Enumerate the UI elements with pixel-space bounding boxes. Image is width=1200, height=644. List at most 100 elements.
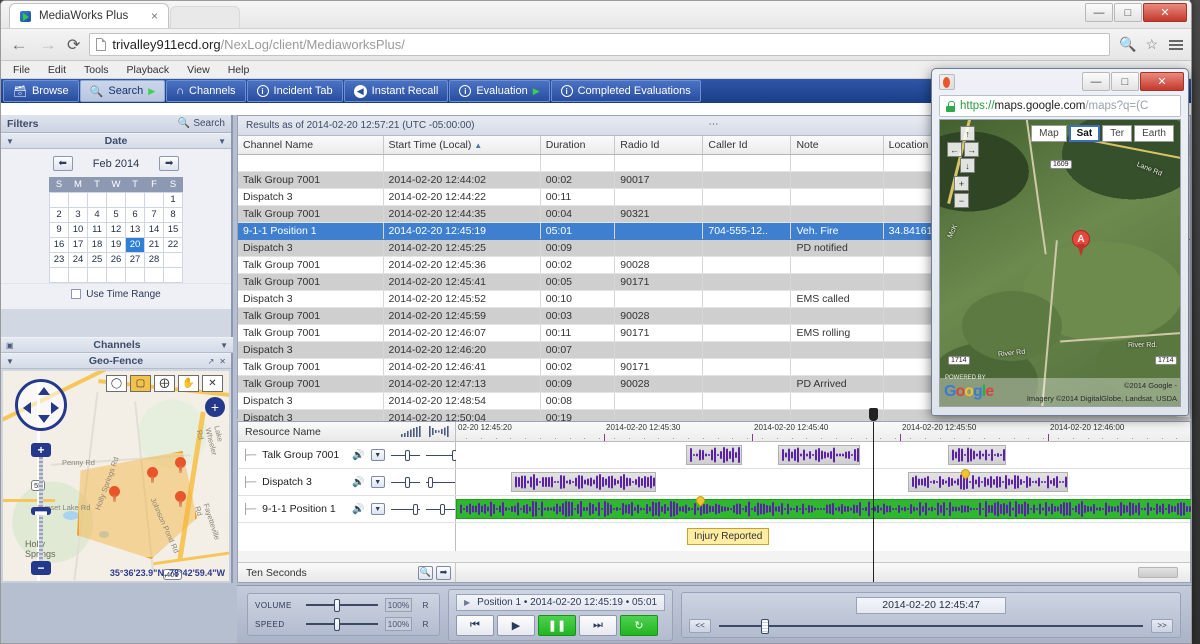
timeline-track-row[interactable]: ├─9-1-1 Position 1🔊▼: [238, 496, 1190, 523]
zoom-tool-icon[interactable]: ➡: [436, 566, 451, 580]
bookmark-star-icon[interactable]: ☆: [1145, 36, 1158, 53]
calendar-day[interactable]: 27: [126, 252, 145, 267]
timeline-hscrollbar[interactable]: [456, 563, 1190, 582]
track-waveform-lane[interactable]: [456, 469, 1190, 495]
col-note[interactable]: Note: [791, 136, 883, 155]
calendar-day[interactable]: 9: [50, 222, 69, 237]
timeline-track-row[interactable]: ├─Dispatch 3🔊▼: [238, 469, 1190, 496]
playhead-handle[interactable]: [869, 408, 878, 421]
maps-popup-window[interactable]: — □ ✕ https://maps.google.com/maps?q=(C …: [931, 68, 1189, 416]
timeline-track-row[interactable]: ├─Talk Group 7001🔊▼: [238, 442, 1190, 469]
map-pan-control[interactable]: [15, 379, 67, 431]
col-start-time[interactable]: Start Time (Local) ▲: [383, 136, 540, 155]
zoom-in-icon[interactable]: 🔍: [418, 566, 433, 580]
close-icon[interactable]: ✕: [219, 357, 226, 366]
map-type-sat[interactable]: Sat: [1069, 125, 1101, 142]
waveform-center-icon[interactable]: [428, 426, 450, 437]
menu-playback[interactable]: Playback: [127, 64, 170, 76]
maximize-icon[interactable]: □: [1111, 72, 1139, 91]
new-tab-button[interactable]: [170, 6, 240, 28]
calendar-day[interactable]: 18: [88, 237, 107, 252]
zoom-level-handle[interactable]: ▬: [31, 507, 51, 515]
menu-help[interactable]: Help: [228, 64, 250, 76]
track-menu-button[interactable]: ▼: [371, 503, 385, 515]
pan-left-icon[interactable]: ←: [947, 142, 962, 157]
timeline-ruler[interactable]: 02-20 12:45:202014-02-20 12:45:302014-02…: [456, 422, 1190, 441]
calendar-day[interactable]: 28: [145, 252, 164, 267]
reload-icon[interactable]: ⟳: [67, 35, 80, 55]
next-month-button[interactable]: ➡: [159, 156, 179, 171]
audio-clip[interactable]: [908, 472, 1068, 492]
audio-clip[interactable]: [511, 472, 656, 492]
pan-down-icon[interactable]: ↓: [960, 158, 975, 173]
seek-slider[interactable]: [719, 619, 1143, 633]
skip-back-button[interactable]: ⏮: [456, 615, 494, 636]
calendar-day[interactable]: 26: [107, 252, 126, 267]
col-duration[interactable]: Duration: [540, 136, 615, 155]
calendar-day[interactable]: 25: [88, 252, 107, 267]
maps-window-controls[interactable]: — □ ✕: [1082, 72, 1184, 91]
browser-tab-mediaworks-plus[interactable]: MediaWorks Plus ×: [9, 3, 169, 28]
menu-view[interactable]: View: [187, 64, 210, 76]
maps-satellite-view[interactable]: Lane Rd River Rd River Rd. McK 1609 1714…: [939, 119, 1181, 407]
collapse-icon[interactable]: ▣: [6, 341, 14, 350]
calendar-day[interactable]: 10: [69, 222, 88, 237]
tab-incident[interactable]: i Incident Tab: [247, 80, 343, 102]
center-tool-icon[interactable]: ⨁: [154, 375, 175, 392]
calendar-day[interactable]: 19: [107, 237, 126, 252]
calendar-day[interactable]: 7: [145, 207, 164, 222]
tab-channels[interactable]: ∩ Channels: [166, 80, 245, 102]
map-pin[interactable]: [175, 491, 186, 507]
tab-completed-evaluations[interactable]: i Completed Evaluations: [551, 80, 701, 102]
tab-evaluation[interactable]: i Evaluation ▶: [449, 80, 549, 102]
filter-cell[interactable]: [703, 155, 791, 172]
calendar-day[interactable]: 8: [164, 207, 183, 222]
track-balance-slider[interactable]: [426, 450, 455, 461]
calendar[interactable]: S M T W T F S 12345678910111213141516171…: [49, 177, 183, 283]
track-waveform-lane[interactable]: [456, 442, 1190, 468]
close-icon[interactable]: ✕: [1140, 72, 1184, 91]
volume-reset-button[interactable]: R: [419, 598, 432, 612]
polygon-tool-icon[interactable]: ▢: [130, 375, 151, 392]
calendar-day[interactable]: 2: [50, 207, 69, 222]
transport-buttons[interactable]: ⏮ ▶ ❚❚ ⏭ ↻: [456, 615, 665, 636]
prev-month-button[interactable]: ⬅: [53, 156, 73, 171]
calendar-day[interactable]: 13: [126, 222, 145, 237]
geofence-map[interactable]: Penny Rd Holly Springs Rd Sunset Lake Rd…: [3, 371, 229, 581]
calendar-day[interactable]: 4: [88, 207, 107, 222]
speed-reset-button[interactable]: R: [419, 617, 432, 631]
tab-browse[interactable]: 🗃 Browse: [3, 80, 79, 102]
maps-location-marker[interactable]: A: [1072, 230, 1090, 257]
geofence-section-header[interactable]: ▼ Geo-Fence ↗ ✕: [1, 353, 231, 369]
map-add-button[interactable]: +: [205, 397, 225, 417]
page-info-icon[interactable]: [96, 38, 106, 51]
geofence-toolbar[interactable]: ◯ ▢ ⨁ ✋ ✕: [106, 375, 223, 392]
calendar-day[interactable]: 11: [88, 222, 107, 237]
map-pin[interactable]: [147, 467, 158, 483]
chevron-down-icon[interactable]: ▼: [220, 341, 228, 350]
speaker-icon[interactable]: 🔊: [352, 504, 364, 515]
calendar-day[interactable]: 24: [69, 252, 88, 267]
maximize-icon[interactable]: □: [1114, 3, 1142, 22]
calendar-day[interactable]: 6: [126, 207, 145, 222]
calendar-day[interactable]: 17: [69, 237, 88, 252]
audio-clip[interactable]: [686, 445, 742, 465]
tab-instant-recall[interactable]: ◀ Instant Recall: [344, 80, 449, 102]
zoom-out-icon[interactable]: −: [954, 193, 969, 208]
filter-cell[interactable]: [615, 155, 703, 172]
collapse-icon[interactable]: ▼: [6, 137, 14, 146]
browser-tabstrip[interactable]: MediaWorks Plus ×: [9, 2, 240, 28]
map-pin[interactable]: [175, 457, 186, 473]
track-balance-slider[interactable]: [426, 504, 455, 515]
tab-search[interactable]: 🔍 Search ▶: [80, 80, 165, 102]
circle-tool-icon[interactable]: ◯: [106, 375, 127, 392]
minimize-icon[interactable]: —: [1082, 72, 1110, 91]
date-section-header[interactable]: ▼ Date ▼: [1, 133, 231, 149]
window-controls[interactable]: — □ ✕: [1085, 3, 1187, 22]
filter-cell[interactable]: [383, 155, 540, 172]
audio-clip[interactable]: [456, 499, 1192, 519]
calendar-day[interactable]: 22: [164, 237, 183, 252]
zoom-in-icon[interactable]: +: [31, 443, 51, 457]
annotation-marker[interactable]: Injury Reported: [687, 528, 769, 545]
col-channel-name[interactable]: Channel Name: [238, 136, 383, 155]
